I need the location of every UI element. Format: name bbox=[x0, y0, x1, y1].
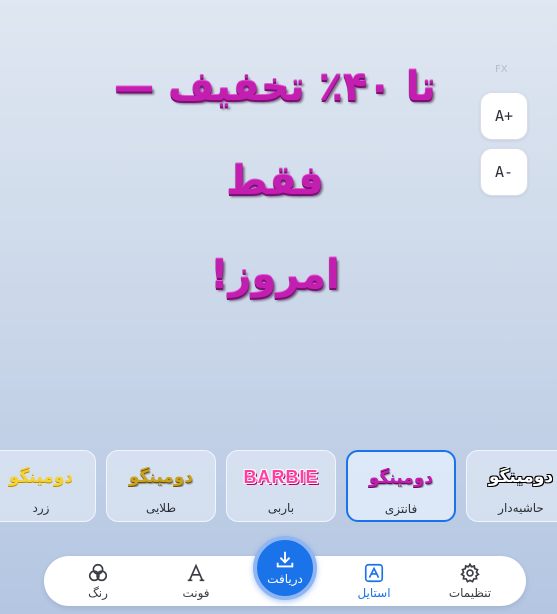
nav-color[interactable]: رنگ bbox=[58, 560, 138, 604]
download-icon bbox=[276, 551, 294, 568]
style-sample: دومینگو bbox=[488, 467, 554, 487]
gear-icon bbox=[460, 562, 480, 583]
style-card-barbie[interactable]: BARBIE باربی bbox=[226, 450, 336, 522]
decrease-font-size-button[interactable]: A- bbox=[480, 148, 528, 196]
color-circles-icon bbox=[88, 563, 108, 582]
headline-line-2: امروز! bbox=[210, 252, 340, 298]
style-sample: دومینگو bbox=[8, 467, 74, 487]
headline-line-1: تا ۴۰٪ تخفیف — فقط bbox=[114, 64, 436, 204]
style-card-gold[interactable]: دومینگو طلایی bbox=[106, 450, 216, 522]
nav-style-label: استایل bbox=[357, 586, 391, 600]
style-sample: BARBIE bbox=[243, 467, 319, 487]
style-sample: دومینگو bbox=[368, 468, 434, 488]
nav-font[interactable]: فونت bbox=[156, 560, 236, 604]
nav-color-label: رنگ bbox=[88, 586, 108, 600]
nav-font-label: فونت bbox=[182, 586, 210, 600]
nav-style[interactable]: استایل bbox=[334, 560, 414, 604]
style-label: فانتزی bbox=[384, 502, 418, 516]
style-card-yellow[interactable]: دومینگو زرد bbox=[0, 450, 96, 522]
download-label: دریافت bbox=[267, 572, 303, 586]
style-label: حاشیه‌دار bbox=[498, 501, 544, 515]
font-icon bbox=[187, 563, 205, 582]
nav-settings[interactable]: تنظیمات bbox=[430, 560, 510, 604]
style-card-outline[interactable]: دومینگو حاشیه‌دار bbox=[466, 450, 557, 522]
download-button[interactable]: دریافت bbox=[253, 536, 317, 600]
style-icon bbox=[364, 563, 384, 583]
style-label: زرد bbox=[32, 501, 50, 515]
increase-font-size-button[interactable]: A+ bbox=[480, 92, 528, 140]
headline-preview[interactable]: تا ۴۰٪ تخفیف — فقط امروز! bbox=[60, 40, 490, 322]
style-sample: دومینگو bbox=[128, 467, 194, 487]
style-label: باربی bbox=[267, 501, 295, 515]
nav-settings-label: تنظیمات bbox=[448, 586, 492, 600]
style-card-fantasy[interactable]: دومینگو فانتزی bbox=[346, 450, 456, 522]
style-label: طلایی bbox=[145, 501, 177, 515]
style-carousel[interactable]: دومینگو زرد دومینگو طلایی BARBIE باربی د… bbox=[0, 450, 557, 524]
fx-label: FX bbox=[495, 64, 508, 75]
